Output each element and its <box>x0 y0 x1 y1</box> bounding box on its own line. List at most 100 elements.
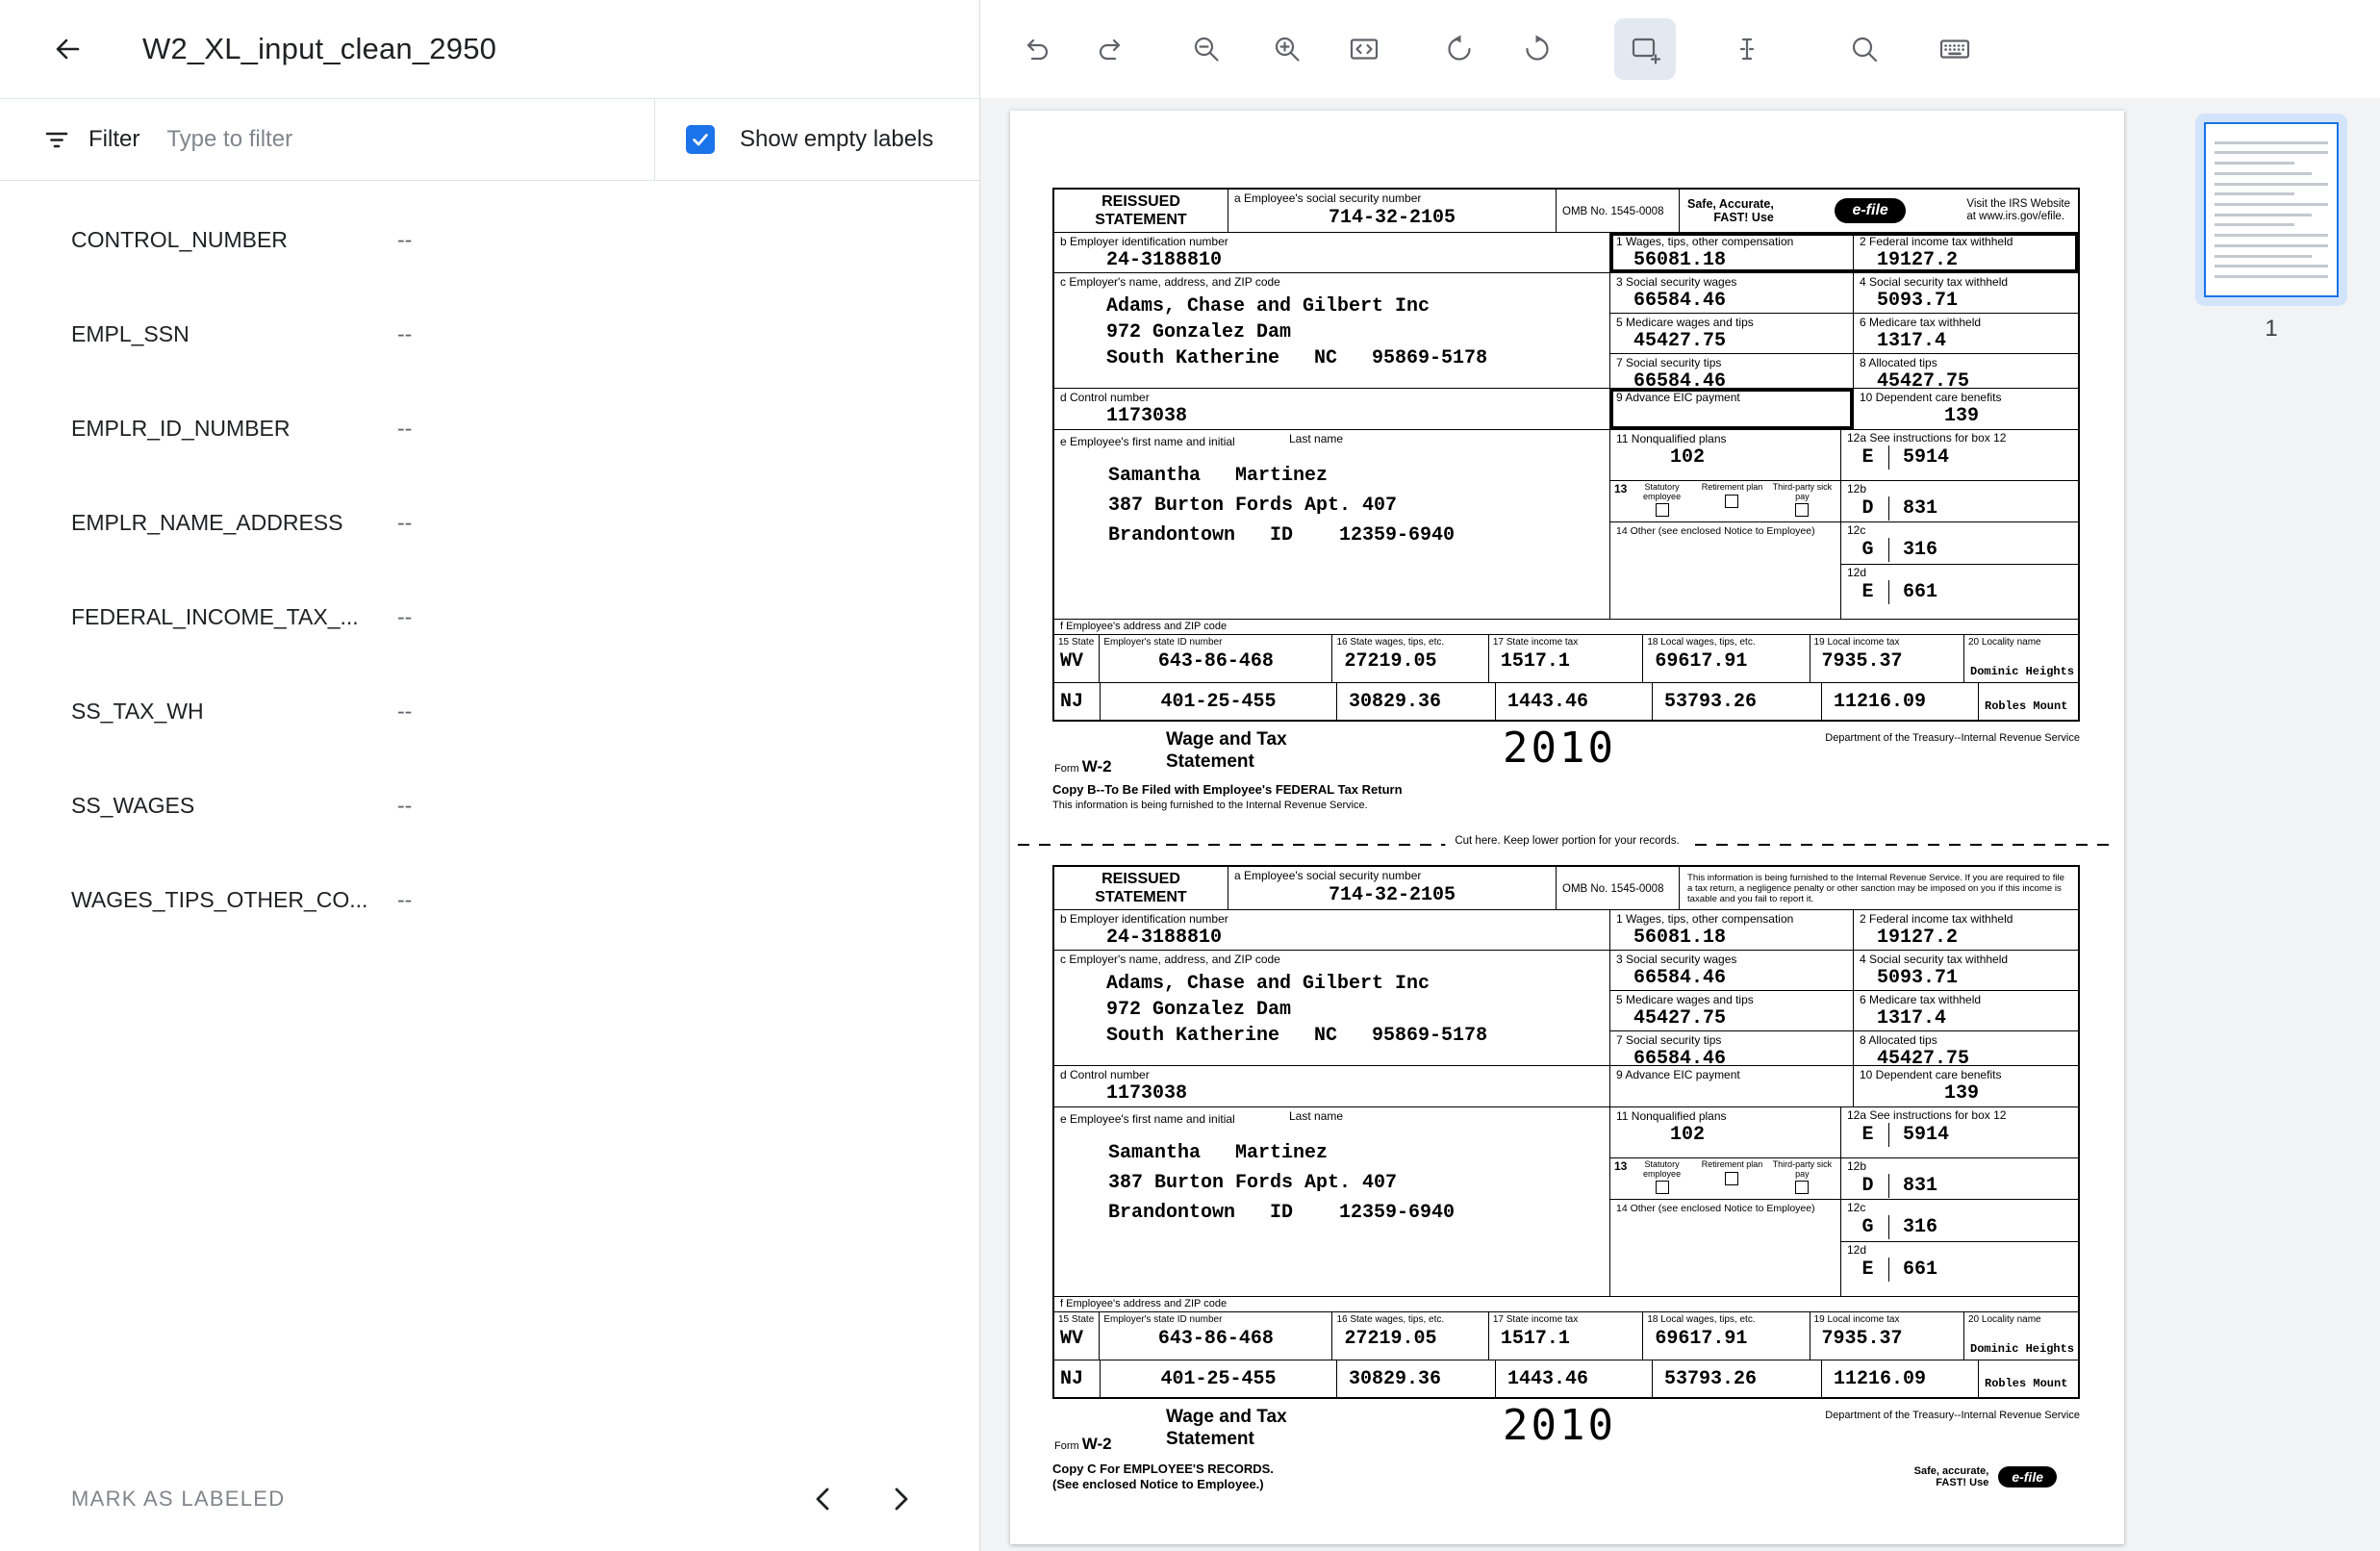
rotate-left-button[interactable] <box>1429 18 1490 80</box>
label-row-control-number[interactable]: CONTROL_NUMBER-- <box>0 192 979 287</box>
show-empty-labels-checkbox[interactable] <box>686 125 715 154</box>
box20-label: 20 Locality name <box>1968 1314 2074 1325</box>
employer-city: South Katherine NC 95869-5178 <box>1106 345 1604 371</box>
zoom-out-button[interactable] <box>1176 18 1237 80</box>
local-wages-2: 53793.26 <box>1664 690 1817 714</box>
box11-label: 11 Nonqualified plans <box>1616 433 1835 445</box>
toolbar <box>980 0 2380 98</box>
label-row-empl-ssn[interactable]: EMPL_SSN-- <box>0 287 979 381</box>
thumbnail-page-number: 1 <box>2265 316 2277 343</box>
irs-website-text: Visit the IRS Website at www.irs.gov/efi… <box>1966 198 2070 223</box>
ssn-value: 714-32-2105 <box>1234 883 1550 907</box>
box1-cell: 1 Wages, tips, other compensation 56081.… <box>1610 233 1854 272</box>
label-row-ss-wages[interactable]: SS_WAGES-- <box>0 758 979 852</box>
redo-icon <box>1097 33 1129 65</box>
label-value: -- <box>397 604 412 630</box>
box-f-strip: f Employee's address and ZIP code <box>1054 620 2078 635</box>
local-wages-2: 53793.26 <box>1664 1367 1817 1391</box>
state-row-1: 15 StateWV Employer's state ID number643… <box>1054 1312 2078 1360</box>
prev-page-button[interactable] <box>798 1474 848 1524</box>
search-icon <box>1848 33 1881 65</box>
box13-cell: 13 Statutory employee Retirement plan Th… <box>1610 1158 1840 1200</box>
box12d-label: 12d <box>1847 1244 2072 1257</box>
box4-value: 5093.71 <box>1877 289 2072 313</box>
box19-label: 19 Local income tax <box>1814 1314 1960 1325</box>
filter-input[interactable] <box>166 126 654 153</box>
show-empty-labels-toggle[interactable]: Show empty labels <box>654 99 979 180</box>
copy-b-note: This information is being furnished to t… <box>1052 800 2080 811</box>
box6-value: 1317.4 <box>1877 1006 2072 1030</box>
text-select-tool-button[interactable] <box>1716 18 1778 80</box>
label-name: FEDERAL_INCOME_TAX_... <box>71 604 397 630</box>
employee-city: Brandontown ID 12359-6940 <box>1108 1198 1604 1228</box>
box-c-label: c Employer's name, address, and ZIP code <box>1060 953 1604 966</box>
label-row-federal-income-tax[interactable]: FEDERAL_INCOME_TAX_...-- <box>0 570 979 664</box>
label-value: -- <box>397 887 412 913</box>
box2-value: 19127.2 <box>1877 926 2072 950</box>
state-wages-1: 27219.05 <box>1344 649 1483 674</box>
label-value: -- <box>397 416 412 442</box>
bounding-box-tool-button[interactable] <box>1614 18 1676 80</box>
label-name: EMPLR_NAME_ADDRESS <box>71 510 397 536</box>
fit-to-frame-button[interactable] <box>1333 18 1395 80</box>
box4-cell: 4 Social security tax withheld 5093.71 <box>1854 273 2078 313</box>
bounding-box-icon <box>1629 33 1661 65</box>
w2-row-c: c Employer's name, address, and ZIP code… <box>1054 951 2078 1066</box>
box11-cell: 11 Nonqualified plans 102 <box>1610 1107 1840 1158</box>
box18-label: 18 Local wages, tips, etc. <box>1647 1314 1805 1325</box>
label-row-emplr-id-number[interactable]: EMPLR_ID_NUMBER-- <box>0 381 979 475</box>
efile-banner-small: Safe, accurate, FAST! Use e-file <box>1914 1462 2057 1492</box>
copy-c-line-1: Copy C For EMPLOYEE'S RECORDS. <box>1052 1462 1274 1477</box>
box12d-label: 12d <box>1847 567 2072 579</box>
box8-label: 8 Allocated tips <box>1860 357 2072 369</box>
label-row-emplr-name-address[interactable]: EMPLR_NAME_ADDRESS-- <box>0 475 979 570</box>
document-page[interactable]: REISSUED STATEMENT a Employee's social s… <box>1010 111 2124 1544</box>
box12d-code: E <box>1847 580 1889 604</box>
retirement-plan-label: Retirement plan <box>1702 1160 1763 1170</box>
box12c-cell: 12c G 316 <box>1841 1200 2078 1243</box>
keyboard-shortcuts-button[interactable] <box>1924 18 1986 80</box>
box7-cell: 7 Social security tips 66584.46 <box>1610 1031 1854 1071</box>
undo-button[interactable] <box>1003 18 1065 80</box>
box12d-value: 661 <box>1903 1258 1937 1282</box>
efile-logo-small: e-file <box>1998 1466 2057 1487</box>
label-row-ss-tax-wh[interactable]: SS_TAX_WH-- <box>0 664 979 758</box>
box12b-value: 831 <box>1903 496 1937 521</box>
rotate-right-button[interactable] <box>1506 18 1568 80</box>
search-button[interactable] <box>1834 18 1895 80</box>
tax-year: 2010 <box>1503 726 1616 771</box>
label-value: -- <box>397 321 412 347</box>
mark-as-labeled-button[interactable]: MARK AS LABELED <box>71 1487 285 1512</box>
w2-footer: Form W-2 Wage and Tax Statement 2010 Dep… <box>1052 722 2080 811</box>
document-canvas[interactable]: REISSUED STATEMENT a Employee's social s… <box>980 98 2163 1551</box>
box-a-label: a Employee's social security number <box>1234 870 1550 882</box>
box9-cell: 9 Advance EIC payment <box>1610 1066 1854 1106</box>
label-row-wages-tips-other[interactable]: WAGES_TIPS_OTHER_CO...-- <box>0 852 979 947</box>
box3-label: 3 Social security wages <box>1616 953 1847 966</box>
next-page-button[interactable] <box>875 1474 925 1524</box>
fit-to-frame-icon <box>1348 33 1380 65</box>
box12d-cell: 12d E 661 <box>1841 565 2078 619</box>
redo-button[interactable] <box>1082 18 1144 80</box>
box17-label: 17 State income tax <box>1493 637 1638 648</box>
page-thumbnail[interactable] <box>2195 114 2347 306</box>
box11-value: 102 <box>1670 445 1835 470</box>
box2-label: 2 Federal income tax withheld <box>1860 236 2072 248</box>
box2-cell: 2 Federal income tax withheld 19127.2 <box>1854 233 2078 272</box>
box12b-cell: 12b D 831 <box>1841 1158 2078 1200</box>
employer-cell: c Employer's name, address, and ZIP code… <box>1054 273 1610 388</box>
box12c-code: G <box>1847 538 1889 562</box>
local-tax-2: 11216.09 <box>1834 1367 1974 1391</box>
state-tax-1: 1517.1 <box>1501 1327 1638 1351</box>
back-button[interactable] <box>42 24 92 74</box>
box20-label: 20 Locality name <box>1968 637 2074 648</box>
form-w2-label: Form W-2 <box>1054 757 1112 776</box>
zoom-in-button[interactable] <box>1256 18 1318 80</box>
box9-label: 9 Advance EIC payment <box>1616 1069 1847 1081</box>
box-d-label: d Control number <box>1060 1069 1604 1081</box>
state-tax-2: 1443.46 <box>1507 690 1648 714</box>
state-code-2: NJ <box>1060 1367 1096 1391</box>
box12c-label: 12c <box>1847 524 2072 537</box>
box10-cell: 10 Dependent care benefits 139 <box>1854 1066 2078 1106</box>
left-panel-header: W2_XL_input_clean_2950 <box>0 0 979 98</box>
